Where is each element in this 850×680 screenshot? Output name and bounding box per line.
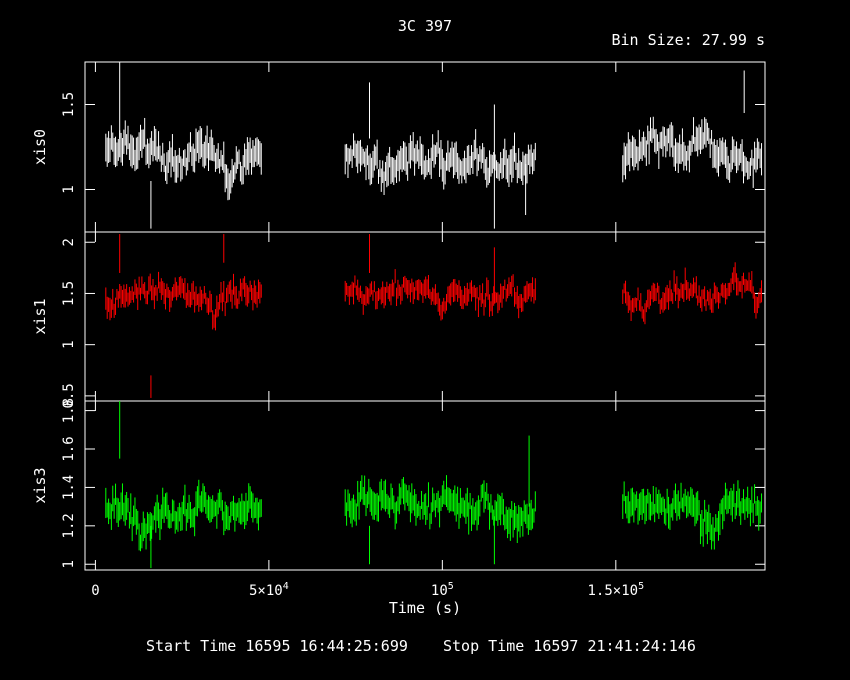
xis1-y-tick-label: 1 — [61, 340, 77, 348]
xis1-y-axis-label: xis1 — [31, 298, 49, 334]
xis0-y-axis-label: xis0 — [31, 129, 49, 165]
x-tick-label: 1.5×105 — [588, 581, 645, 599]
panel-xis0: 1 1.5 xis0 — [31, 61, 766, 233]
stop-time-label: Stop Time 16597 21:41:24:146 — [443, 637, 696, 655]
x-tick-label: 5×104 — [249, 581, 289, 599]
xis0-y-tick-label: 1 — [61, 185, 77, 193]
xis3-y-tick-label: 1.4 — [61, 475, 77, 500]
xis3-y-axis-label: xis3 — [31, 467, 49, 503]
chart-title: 3C 397 — [398, 17, 452, 35]
xis3-frame — [84, 400, 766, 571]
xis0-series — [105, 62, 763, 229]
x-tick-label: 105 — [431, 581, 454, 599]
xis3-series — [105, 401, 763, 569]
xis1-y-tick-label: 1.5 — [61, 281, 77, 306]
bin-size-label: Bin Size: 27.99 s — [611, 31, 765, 49]
plot-layer: 11.5xis00.511.52xis111.21.41.61.8xis30 5×… — [31, 61, 766, 599]
xis0-y-tick-label: 1.5 — [61, 92, 77, 117]
xis3-y-tick-label: 1.2 — [61, 513, 77, 538]
light-curve-chart: 3C 397 Bin Size: 27.99 s Time (s) Start … — [31, 17, 766, 655]
xis3-y-tick-label: 1.8 — [61, 398, 77, 423]
xis3-y-tick-label: 1 — [61, 560, 77, 568]
x-axis-label: Time (s) — [389, 599, 461, 617]
panel-xis1: 0.511.52xis1 — [31, 231, 766, 409]
xis1-y-tick-label: 2 — [61, 238, 77, 246]
xis3-y-tick-label: 1.6 — [61, 436, 77, 461]
panel-xis3: 1 1.2 1.4 1.6 1.8 xis3 — [31, 398, 766, 571]
x-tick-label: 0 — [91, 583, 99, 599]
xis1-frame — [84, 231, 766, 402]
xis1-series — [105, 234, 763, 398]
start-time-label: Start Time 16595 16:44:25:699 — [146, 637, 408, 655]
